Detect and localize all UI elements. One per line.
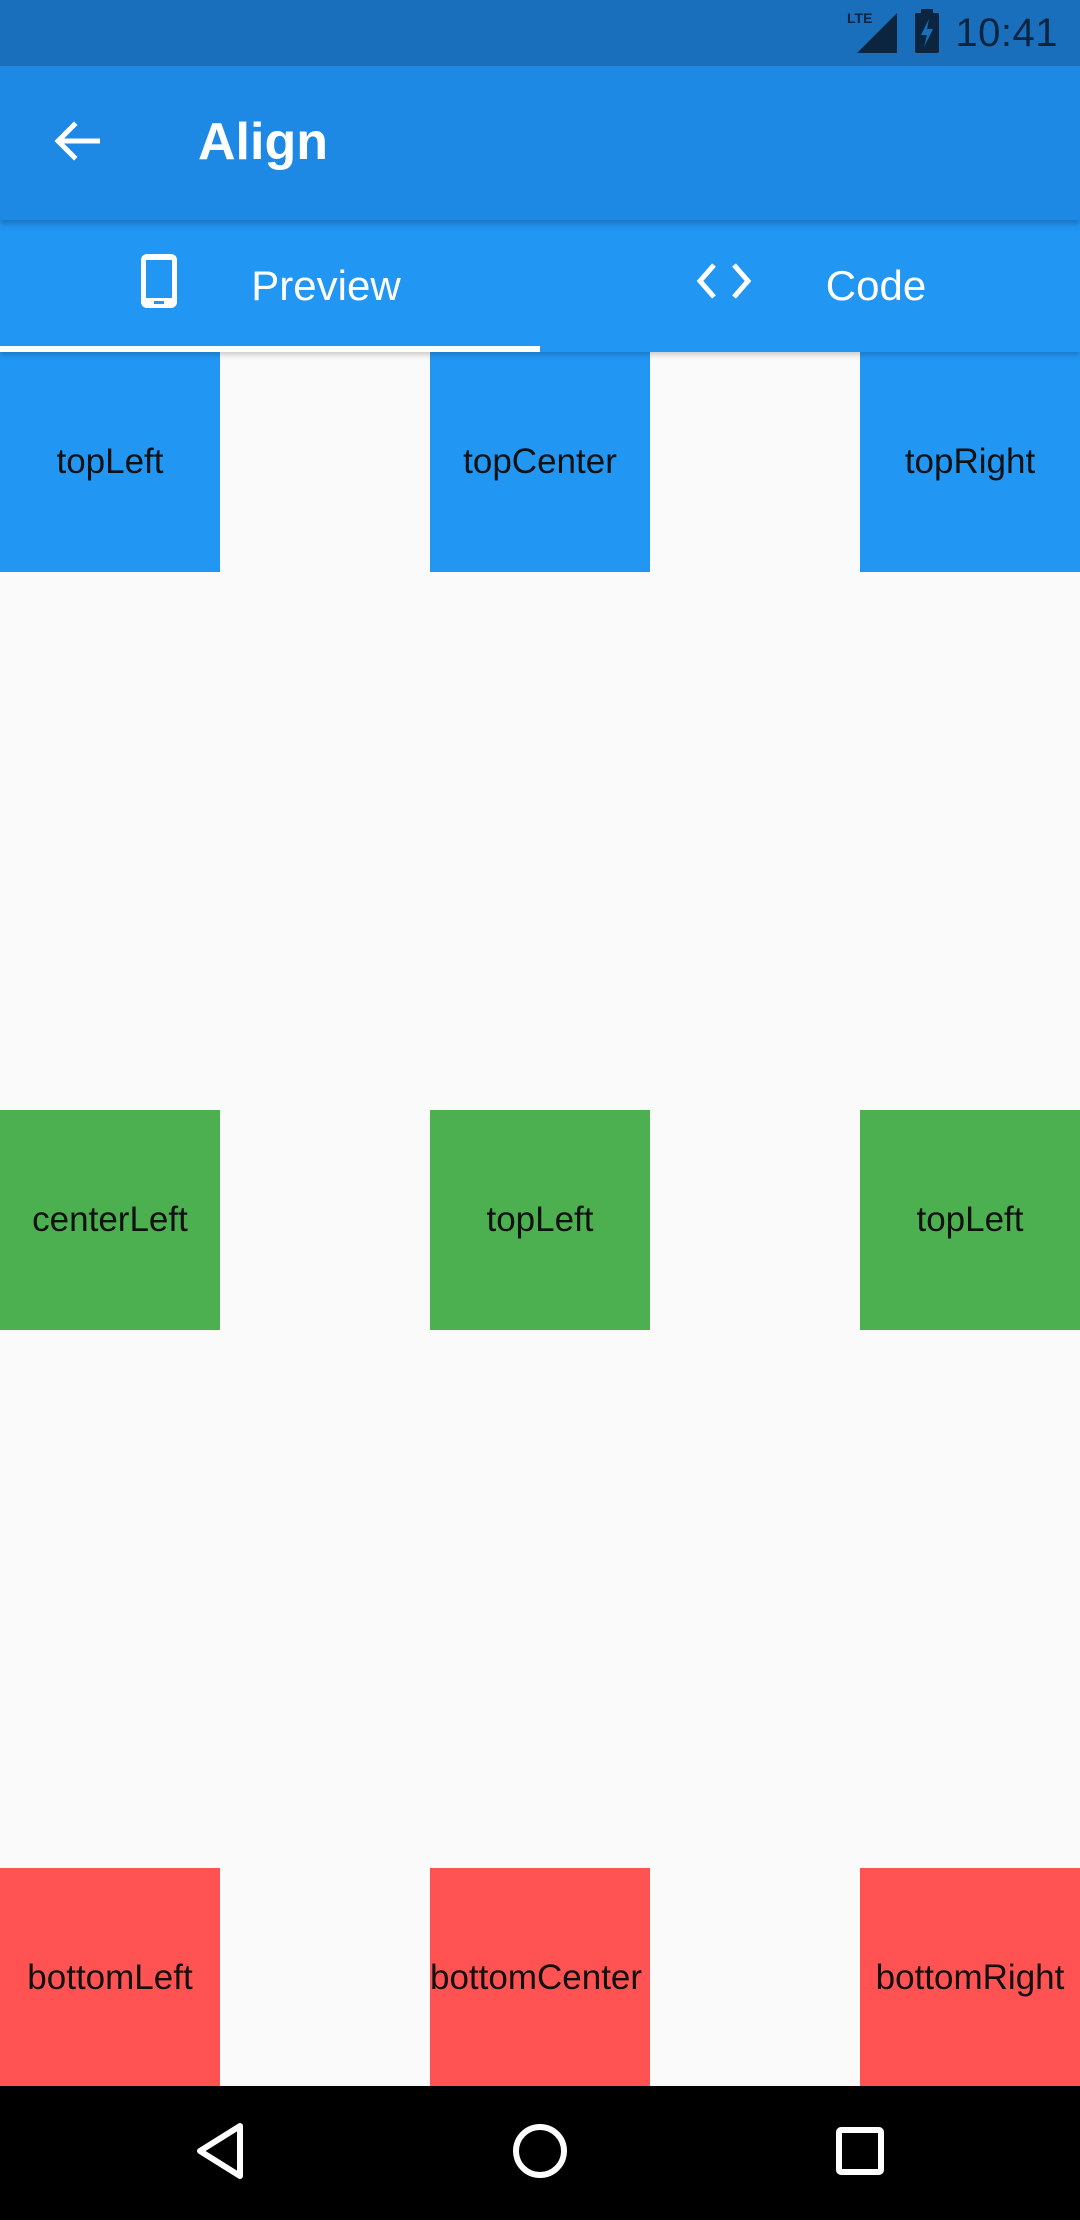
page-title: Align (198, 113, 328, 171)
status-icons: LTE 10:41 (847, 8, 1058, 58)
tab-indicator (0, 346, 540, 352)
box-bottom-right: bottomRight (860, 1868, 1080, 2088)
box-top-center: topCenter (430, 352, 650, 572)
nav-home-button[interactable] (503, 2116, 577, 2190)
status-bar: LTE 10:41 (0, 0, 1080, 66)
battery-charging-icon (913, 8, 941, 58)
back-button[interactable] (44, 111, 108, 175)
tab-code-label: Code (825, 262, 927, 309)
tab-code[interactable]: Code (540, 220, 1080, 352)
arrow-left-icon (52, 119, 101, 168)
box-top-right: topRight (860, 352, 1080, 572)
box-bottom-left: bottomLeft (0, 1868, 220, 2088)
box-top-left: topLeft (0, 352, 220, 572)
app-bar: Align (0, 66, 1080, 220)
network-type-label: LTE (847, 10, 872, 26)
code-brackets-icon (694, 261, 754, 311)
box-center-left: centerLeft (0, 1110, 220, 1330)
nav-home-icon (511, 2122, 569, 2185)
tab-bar: Preview Code (0, 220, 1080, 352)
nav-back-icon (194, 2122, 246, 2185)
nav-recents-icon (834, 2125, 886, 2182)
box-center-right: topLeft (860, 1110, 1080, 1330)
system-nav-bar (0, 2086, 1080, 2220)
tab-preview-label: Preview (251, 262, 401, 309)
phone-icon (139, 252, 179, 320)
align-preview-area: topLeft topCenter topRight centerLeft to… (0, 352, 1080, 2088)
nav-recents-button[interactable] (823, 2116, 897, 2190)
tab-preview[interactable]: Preview (0, 220, 540, 352)
box-center-center: topLeft (430, 1110, 650, 1330)
box-bottom-center: bottomCenter (430, 1868, 650, 2088)
status-time: 10:41 (955, 10, 1058, 55)
lte-signal-icon: LTE (847, 9, 899, 58)
nav-back-button[interactable] (183, 2116, 257, 2190)
